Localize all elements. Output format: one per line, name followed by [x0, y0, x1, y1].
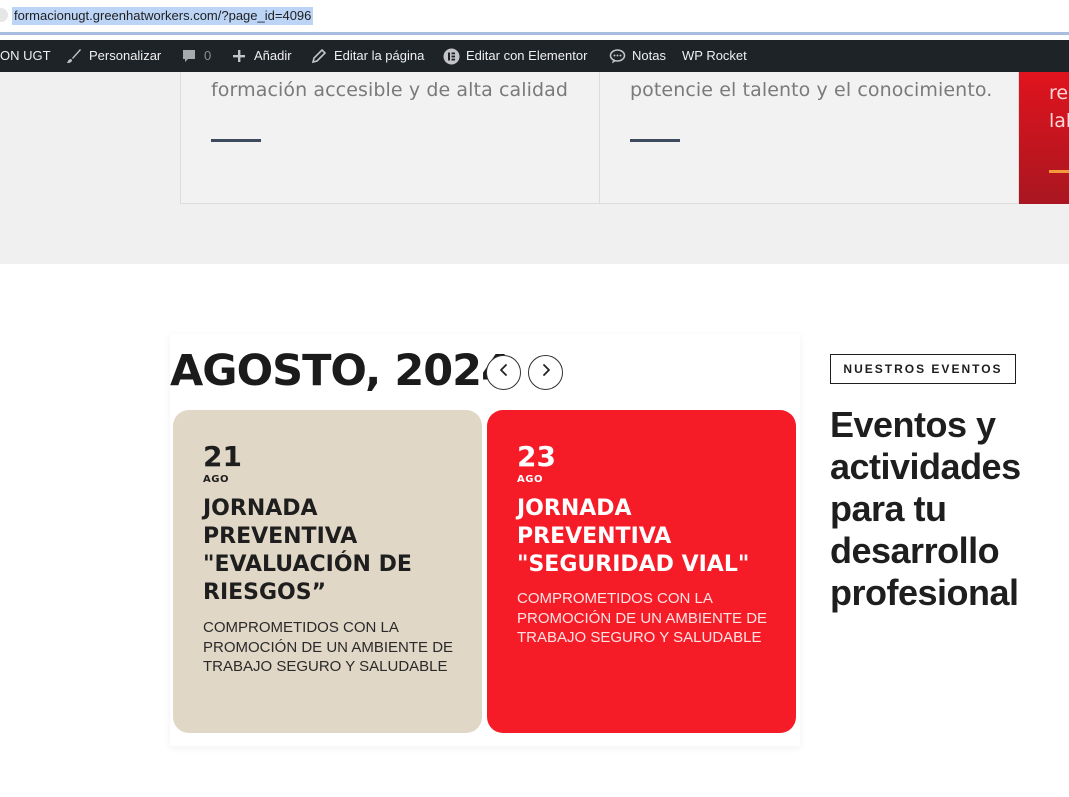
event-day: 23	[517, 440, 556, 473]
feature-card: potencie el talento y el conocimiento.	[600, 72, 1019, 204]
notes-label: Notas	[632, 48, 666, 63]
comments-count: 0	[204, 48, 212, 63]
events-heading: Eventos y actividades para tu desarrollo…	[830, 404, 1021, 613]
customize-label: Personalizar	[89, 48, 162, 63]
feature-divider	[630, 139, 680, 142]
comment-bubble-icon	[180, 47, 198, 65]
chevron-right-icon	[540, 363, 552, 382]
admin-bar-notes[interactable]: Notas	[608, 40, 666, 72]
address-bar[interactable]: formacionugt.greenhatworkers.com/?page_i…	[0, 0, 1069, 33]
event-description: COMPROMETIDOS CON LA PROMOCIÓN DE UN AMB…	[203, 619, 454, 675]
feature-card-highlight: res lab	[1019, 72, 1069, 204]
event-title[interactable]: JORNADA PREVENTIVA "SEGURIDAD VIAL"	[517, 495, 777, 579]
event-day: 21	[203, 440, 242, 473]
paintbrush-icon	[65, 47, 83, 65]
admin-bar-add-new[interactable]: Añadir	[230, 40, 292, 72]
admin-bar-edit-page[interactable]: Editar la página	[310, 40, 424, 72]
admin-bar-edit-elementor[interactable]: Editar con Elementor	[442, 40, 587, 72]
feature-divider	[211, 139, 261, 142]
wp-admin-bar: ON UGT Personalizar 0 Añadir Editar la p…	[0, 40, 1069, 72]
calendar-prev-button[interactable]	[486, 355, 521, 390]
plus-icon	[230, 47, 248, 65]
event-month: AGO	[517, 474, 543, 485]
add-new-label: Añadir	[254, 48, 292, 63]
edit-page-label: Editar la página	[334, 48, 425, 63]
admin-bar-comments[interactable]: 0	[180, 40, 211, 72]
event-card[interactable]: 21 AGO JORNADA PREVENTIVA "EVALUACIÓN DE…	[173, 410, 482, 733]
site-info-icon[interactable]	[0, 8, 8, 22]
admin-bar-site-name[interactable]: ON UGT	[0, 40, 51, 72]
edit-elementor-label: Editar con Elementor	[466, 48, 588, 63]
wp-rocket-label: WP Rocket	[682, 48, 747, 63]
event-month: AGO	[203, 474, 229, 485]
feature-text: potencie el talento y el conocimiento.	[630, 79, 993, 101]
pencil-icon	[310, 47, 328, 65]
elementor-icon	[442, 47, 460, 65]
event-card[interactable]: 23 AGO JORNADA PREVENTIVA "SEGURIDAD VIA…	[487, 410, 796, 733]
feature-text: formación accesible y de alta calidad	[211, 79, 569, 101]
event-title[interactable]: JORNADA PREVENTIVA "EVALUACIÓN DE RIESGO…	[203, 495, 453, 607]
feature-text: res lab	[1049, 82, 1069, 132]
feature-divider	[1049, 170, 1069, 173]
url-text[interactable]: formacionugt.greenhatworkers.com/?page_i…	[12, 7, 314, 25]
events-badge: NUESTROS EVENTOS	[830, 354, 1016, 384]
chevron-left-icon	[498, 363, 510, 382]
calendar-next-button[interactable]	[528, 355, 563, 390]
admin-bar-customize[interactable]: Personalizar	[65, 40, 161, 72]
calendar-month-title: AGOSTO, 2024	[170, 346, 511, 396]
feature-card: formación accesible y de alta calidad	[180, 72, 600, 204]
admin-bar-wp-rocket[interactable]: WP Rocket	[682, 40, 747, 72]
address-bar-focus-ring	[0, 32, 1069, 35]
site-name-label: ON UGT	[0, 48, 51, 63]
event-description: COMPROMETIDOS CON LA PROMOCIÓN DE UN AMB…	[517, 590, 768, 646]
notes-bubble-icon	[608, 47, 626, 65]
